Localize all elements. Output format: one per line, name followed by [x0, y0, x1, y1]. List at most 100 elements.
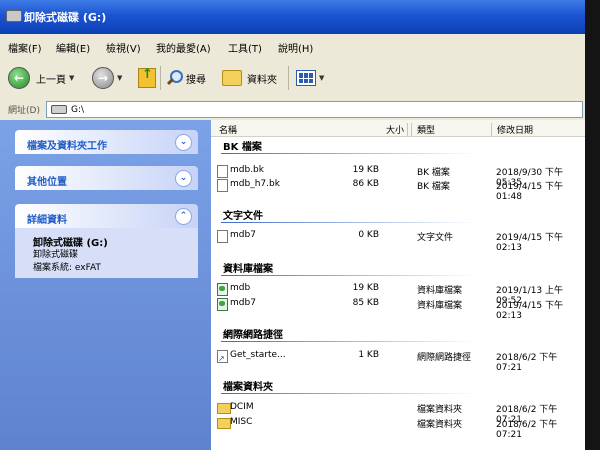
- item-name: mdb: [230, 283, 251, 293]
- database-icon: [217, 298, 228, 311]
- details-header[interactable]: 詳細資料 ⌃: [15, 204, 198, 228]
- up-folder-button[interactable]: [138, 65, 156, 91]
- column-modified[interactable]: 修改日期: [497, 123, 533, 136]
- chevron-down-icon[interactable]: ▼: [319, 74, 324, 82]
- chevron-down-icon[interactable]: ⌄: [175, 134, 192, 151]
- file-icon: [217, 179, 228, 192]
- details-filesystem: 檔案系統: exFAT: [33, 263, 101, 273]
- list-item[interactable]: mdb_h7.bk 86 KB BK 檔案 2019/4/15 下午 01:48: [211, 178, 585, 202]
- explorer-window: 卸除式磁碟 (G:) 檔案(F) 編輯(E) 檢視(V) 我的最愛(A) 工具(…: [0, 0, 585, 450]
- search-icon: [166, 70, 183, 86]
- column-divider[interactable]: [411, 123, 412, 136]
- toolbar-divider: [160, 66, 161, 90]
- address-path: G:\: [71, 104, 85, 115]
- group-label: 網際網路捷徑: [223, 330, 283, 341]
- file-folder-tasks-header[interactable]: 檔案及資料夾工作 ⌄: [15, 130, 198, 154]
- item-modified: 2019/4/15 下午 01:48: [496, 182, 564, 202]
- item-size: 19 KB: [352, 283, 379, 293]
- group-divider: [221, 153, 477, 154]
- item-type: BK 檔案: [417, 168, 450, 178]
- folders-label: 資料夾: [247, 74, 277, 86]
- group-divider: [221, 222, 477, 223]
- group-label: 資料庫檔案: [223, 264, 273, 275]
- forward-button[interactable]: → ▼: [92, 65, 122, 91]
- menu-favorites[interactable]: 我的最愛(A): [156, 40, 211, 55]
- other-places-label: 其他位置: [27, 177, 67, 188]
- search-button[interactable]: 搜尋: [166, 65, 206, 91]
- list-item[interactable]: mdb7 85 KB 資料庫檔案 2019/4/15 下午 02:13: [211, 297, 585, 321]
- back-button[interactable]: ← 上一頁 ▼: [8, 65, 74, 91]
- list-item[interactable]: DCIM 檔案資料夾 2018/6/2 下午 07:21: [211, 401, 585, 425]
- item-size: 1 KB: [358, 350, 379, 360]
- list-item[interactable]: mdb.bk 19 KB BK 檔案 2018/9/30 下午 05:35: [211, 164, 585, 188]
- address-input[interactable]: G:\: [46, 101, 583, 118]
- item-type: 資料庫檔案: [417, 301, 463, 311]
- toolbar: ← 上一頁 ▼ → ▼ 搜尋 資料夾 ▼: [0, 58, 585, 99]
- forward-icon: →: [92, 67, 114, 89]
- search-label: 搜尋: [186, 74, 206, 86]
- item-type: 文字文件: [417, 233, 454, 243]
- item-type: 檔案資料夾: [417, 420, 463, 430]
- up-folder-icon: [138, 67, 156, 88]
- task-pane: 檔案及資料夾工作 ⌄ 其他位置 ⌄ 詳細資料 ⌃ 卸除式磁碟 (G:) 卸除式磁…: [0, 120, 211, 450]
- views-icon: [296, 70, 316, 86]
- item-name: mdb7: [230, 230, 256, 240]
- item-modified: 2019/4/15 下午 02:13: [496, 233, 564, 253]
- group-label: 檔案資料夾: [223, 382, 273, 393]
- address-label: 網址(D): [8, 106, 40, 116]
- folders-button[interactable]: 資料夾: [222, 65, 277, 91]
- item-name: MISC: [230, 417, 253, 427]
- details-type: 卸除式磁碟: [33, 250, 79, 260]
- details-body: 卸除式磁碟 (G:) 卸除式磁碟 檔案系統: exFAT: [15, 228, 198, 278]
- title-bar[interactable]: 卸除式磁碟 (G:): [0, 0, 585, 34]
- column-divider[interactable]: [407, 123, 408, 136]
- window-title: 卸除式磁碟 (G:): [24, 11, 107, 24]
- folders-icon: [222, 70, 242, 86]
- column-name[interactable]: 名稱: [219, 123, 237, 136]
- menu-bar: 檔案(F) 編輯(E) 檢視(V) 我的最愛(A) 工具(T) 說明(H): [0, 34, 585, 59]
- menu-help[interactable]: 說明(H): [278, 40, 313, 55]
- database-icon: [217, 283, 228, 296]
- drive-icon: [6, 10, 22, 22]
- back-label: 上一頁: [36, 74, 66, 86]
- column-divider[interactable]: [491, 123, 492, 136]
- menu-file[interactable]: 檔案(F): [8, 40, 42, 55]
- folder-icon: [217, 403, 231, 414]
- item-name: DCIM: [230, 402, 254, 412]
- column-type[interactable]: 類型: [417, 123, 435, 136]
- toolbar-divider: [288, 66, 289, 90]
- item-name: mdb7: [230, 298, 256, 308]
- menu-edit[interactable]: 編輯(E): [56, 40, 90, 55]
- back-icon: ←: [8, 67, 30, 89]
- chevron-down-icon[interactable]: ▼: [69, 74, 74, 82]
- chevron-down-icon[interactable]: ⌄: [175, 170, 192, 187]
- menu-view[interactable]: 檢視(V): [106, 40, 141, 55]
- list-item[interactable]: MISC 檔案資料夾 2018/6/2 下午 07:21: [211, 416, 585, 440]
- item-size: 0 KB: [358, 230, 379, 240]
- file-list: 名稱 大小 類型 修改日期 BK 檔案 mdb.bk 19 KB BK 檔案 2…: [211, 120, 585, 450]
- file-folder-tasks-label: 檔案及資料夾工作: [27, 141, 107, 152]
- drive-icon: [51, 105, 67, 114]
- list-item[interactable]: mdb 19 KB 資料庫檔案 2019/1/13 上午 09:52: [211, 282, 585, 306]
- item-type: 資料庫檔案: [417, 286, 463, 296]
- item-modified: 2018/6/2 下午 07:21: [496, 420, 558, 440]
- column-size[interactable]: 大小: [386, 123, 404, 136]
- group-label: BK 檔案: [223, 142, 262, 153]
- folder-icon: [217, 418, 231, 429]
- file-icon: [217, 230, 228, 243]
- item-size: 86 KB: [352, 179, 379, 189]
- menu-tools[interactable]: 工具(T): [228, 40, 262, 55]
- group-divider: [221, 275, 477, 276]
- item-name: mdb.bk: [230, 165, 264, 175]
- chevron-up-icon[interactable]: ⌃: [175, 208, 192, 225]
- chevron-down-icon[interactable]: ▼: [117, 74, 122, 82]
- item-modified: 2019/4/15 下午 02:13: [496, 301, 564, 321]
- details-label: 詳細資料: [27, 215, 67, 226]
- item-name: Get_starte...: [230, 350, 286, 360]
- other-places-header[interactable]: 其他位置 ⌄: [15, 166, 198, 190]
- views-button[interactable]: ▼: [296, 65, 324, 91]
- item-type: BK 檔案: [417, 182, 450, 192]
- column-header: 名稱 大小 類型 修改日期: [211, 120, 585, 137]
- list-item[interactable]: Get_starte... 1 KB 網際網路捷徑 2018/6/2 下午 07…: [211, 349, 585, 373]
- list-item[interactable]: mdb7 0 KB 文字文件 2019/4/15 下午 02:13: [211, 229, 585, 253]
